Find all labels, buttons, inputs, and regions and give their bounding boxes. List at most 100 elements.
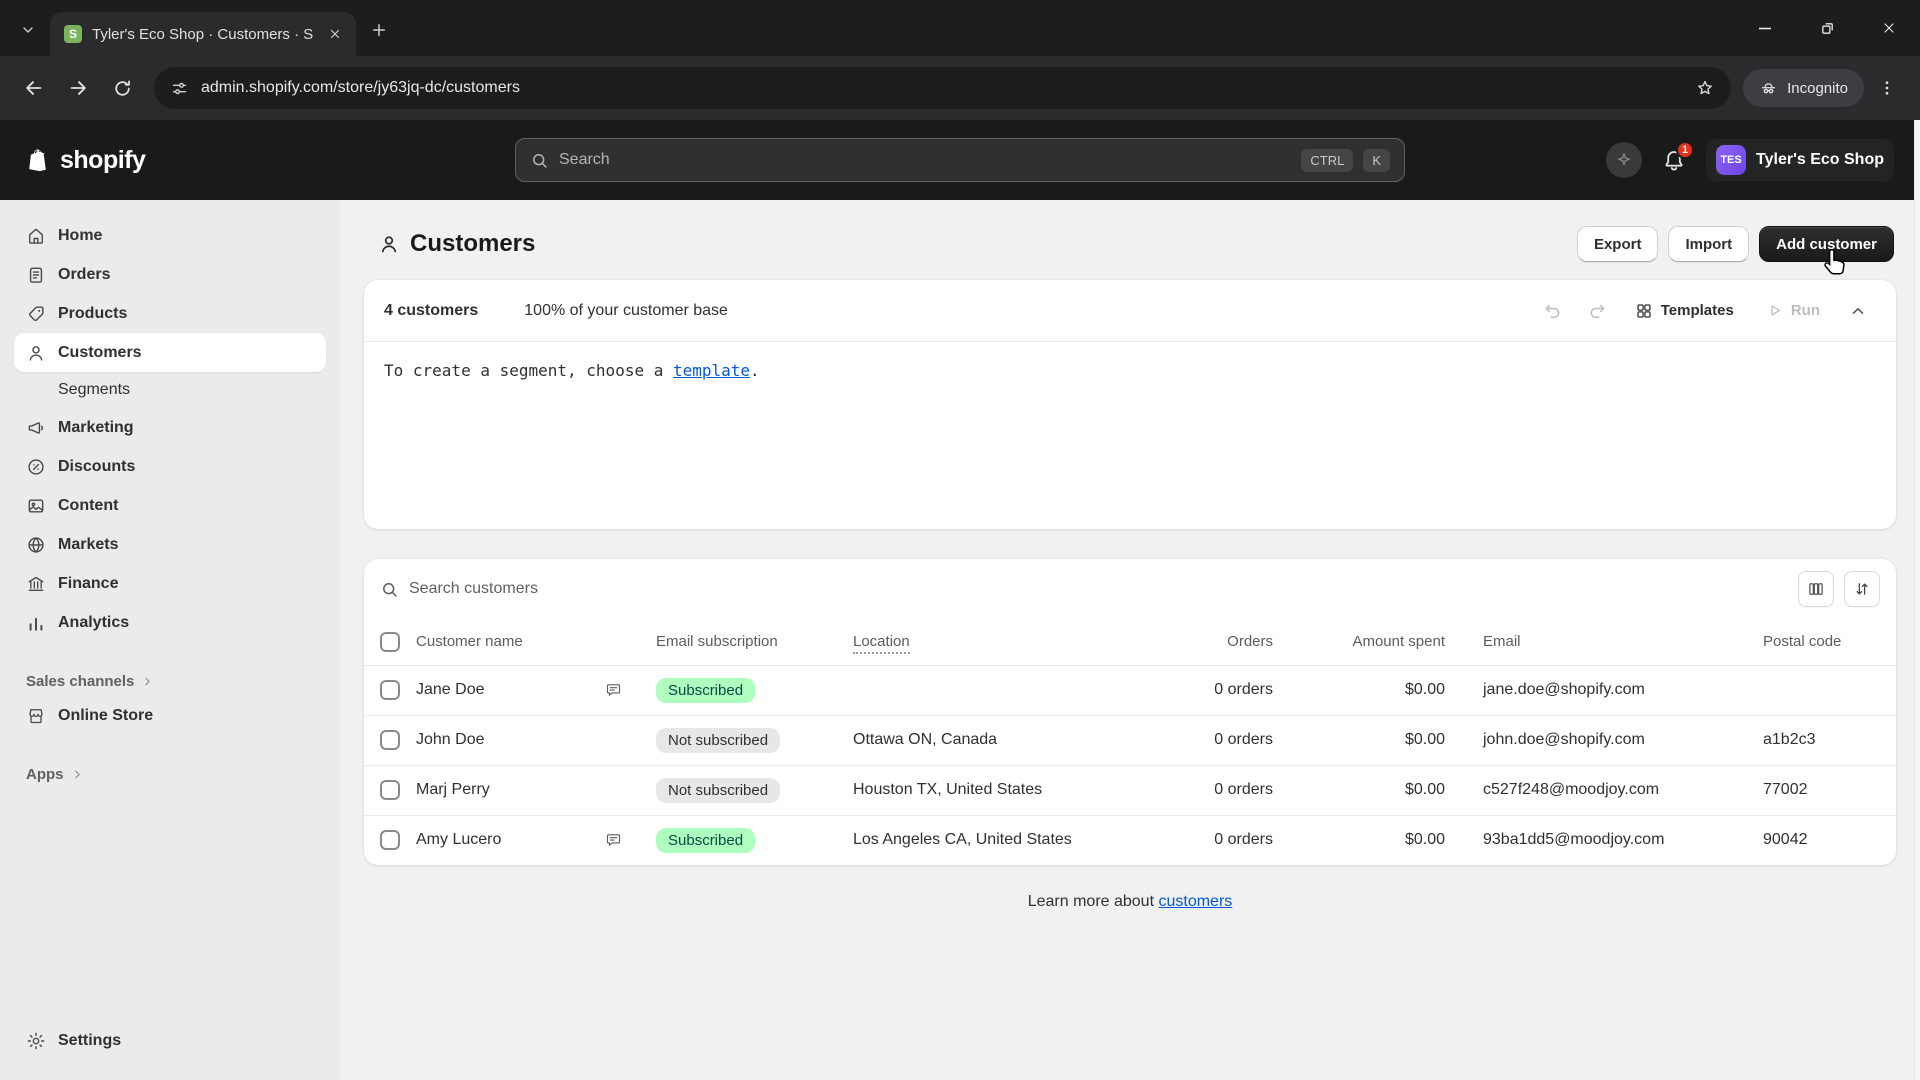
run-button[interactable]: Run [1754,293,1832,329]
page-title: Customers [410,230,535,258]
sidebar-item-orders[interactable]: Orders [14,255,326,294]
templates-label: Templates [1661,302,1734,319]
column-header-postal-code[interactable]: Postal code [1763,619,1896,665]
column-header-email[interactable]: Email [1483,619,1763,665]
run-label: Run [1791,302,1820,319]
sidebar-item-content[interactable]: Content [14,486,326,525]
shopify-topbar: shopify Search CTRL K 1 TES Tyler's Eco … [0,120,1920,200]
templates-button[interactable]: Templates [1623,293,1746,329]
back-button[interactable] [14,68,54,108]
location-cell [853,665,1173,715]
select-all-checkbox[interactable] [380,632,400,652]
orders-icon [26,265,46,285]
shopify-favicon-icon: S [64,25,82,43]
add-customer-button[interactable]: Add customer [1759,226,1894,262]
site-info-icon[interactable] [170,79,189,98]
search-customers-input[interactable] [409,580,1788,598]
incognito-badge: Incognito [1743,69,1864,107]
sidebar-item-label: Customers [58,344,142,362]
row-checkbox[interactable] [380,680,400,700]
segment-card: 4 customers 100% of your customer base T… [364,280,1896,529]
amount-cell: $0.00 [1303,665,1483,715]
customers-table: Customer name Email subscription Locatio… [364,619,1896,865]
sidebar-item-finance[interactable]: Finance [14,564,326,603]
sidebar-item-customers[interactable]: Customers [14,333,326,372]
column-header-customer-name[interactable]: Customer name [416,619,656,665]
sidebar-item-label: Discounts [58,458,135,476]
sidebar-item-label: Content [58,497,118,515]
customer-name-link[interactable]: John Doe [416,731,485,749]
global-search-placeholder: Search [559,151,1291,169]
minimize-button[interactable] [1734,0,1796,56]
browser-menu-button[interactable] [1868,69,1906,107]
tab-title: Tyler's Eco Shop · Customers · S [92,26,314,43]
store-menu-button[interactable]: TES Tyler's Eco Shop [1706,139,1894,181]
apps-header[interactable]: Apps [14,759,326,789]
undo-button[interactable] [1535,293,1571,329]
chevron-down-icon [20,22,36,38]
column-header-orders[interactable]: Orders [1173,619,1303,665]
home-icon [26,226,46,246]
orders-cell: 0 orders [1173,715,1303,765]
table-row[interactable]: John Doe Not subscribed Ottawa ON, Canad… [364,715,1896,765]
column-header-email-subscription[interactable]: Email subscription [656,619,853,665]
page-header: Customers Export Import Add customer [364,200,1896,280]
sidebar-item-segments[interactable]: Segments [14,372,326,408]
collapse-button[interactable] [1840,293,1876,329]
sort-button[interactable] [1844,571,1880,607]
column-header-amount-spent[interactable]: Amount spent [1303,619,1483,665]
postal-cell: 90042 [1763,815,1896,865]
forward-button[interactable] [58,68,98,108]
notifications-button[interactable]: 1 [1662,148,1686,172]
customers-help-link[interactable]: customers [1158,893,1232,910]
sidebar-item-analytics[interactable]: Analytics [14,603,326,642]
global-search[interactable]: Search CTRL K [515,138,1405,182]
new-tab-button[interactable] [362,13,396,47]
shopify-logo[interactable]: shopify [26,146,145,175]
sidebar-item-markets[interactable]: Markets [14,525,326,564]
row-checkbox[interactable] [380,830,400,850]
assistant-icon[interactable] [1606,142,1642,178]
row-checkbox[interactable] [380,730,400,750]
browser-tab[interactable]: S Tyler's Eco Shop · Customers · S [50,12,356,56]
sidebar-item-label: Markets [58,536,118,554]
tab-search-button[interactable] [10,12,46,48]
kbd-k: K [1363,149,1390,172]
template-link[interactable]: template [673,361,750,380]
note-icon [605,832,622,849]
email-cell: john.doe@shopify.com [1483,715,1763,765]
incognito-icon [1759,79,1778,98]
sidebar-item-products[interactable]: Products [14,294,326,333]
sidebar-item-settings[interactable]: Settings [14,1021,326,1060]
table-row[interactable]: Amy Lucero Subscribed Los Angeles CA, Un… [364,815,1896,865]
sidebar-item-marketing[interactable]: Marketing [14,408,326,447]
table-row[interactable]: Jane Doe Subscribed 0 orders $0.00 jane.… [364,665,1896,715]
url-text[interactable]: admin.shopify.com/store/jy63jq-dc/custom… [201,79,1683,97]
window-controls [1734,0,1920,56]
restore-button[interactable] [1796,0,1858,56]
postal-cell: a1b2c3 [1763,715,1896,765]
row-checkbox[interactable] [380,780,400,800]
reload-button[interactable] [102,68,142,108]
bookmark-star-icon[interactable] [1695,78,1715,98]
search-icon [530,151,549,170]
import-button[interactable]: Import [1668,226,1749,262]
customer-name-link[interactable]: Jane Doe [416,681,485,699]
table-row[interactable]: Marj Perry Not subscribed Houston TX, Un… [364,765,1896,815]
sidebar-item-online-store[interactable]: Online Store [14,696,326,735]
column-header-location[interactable]: Location [853,619,1173,665]
tab-close-icon[interactable] [324,23,346,45]
sidebar-item-home[interactable]: Home [14,216,326,255]
segment-editor[interactable]: To create a segment, choose a template. [364,342,1896,529]
sidebar-item-discounts[interactable]: Discounts [14,447,326,486]
customer-name-link[interactable]: Marj Perry [416,781,490,799]
page-scrollbar[interactable] [1914,120,1920,1080]
chevron-right-icon [141,675,154,688]
columns-button[interactable] [1798,571,1834,607]
redo-button[interactable] [1579,293,1615,329]
sales-channels-header[interactable]: Sales channels [14,666,326,696]
export-button[interactable]: Export [1577,226,1659,262]
address-bar[interactable]: admin.shopify.com/store/jy63jq-dc/custom… [154,67,1731,109]
close-button[interactable] [1858,0,1920,56]
customer-name-link[interactable]: Amy Lucero [416,831,501,849]
